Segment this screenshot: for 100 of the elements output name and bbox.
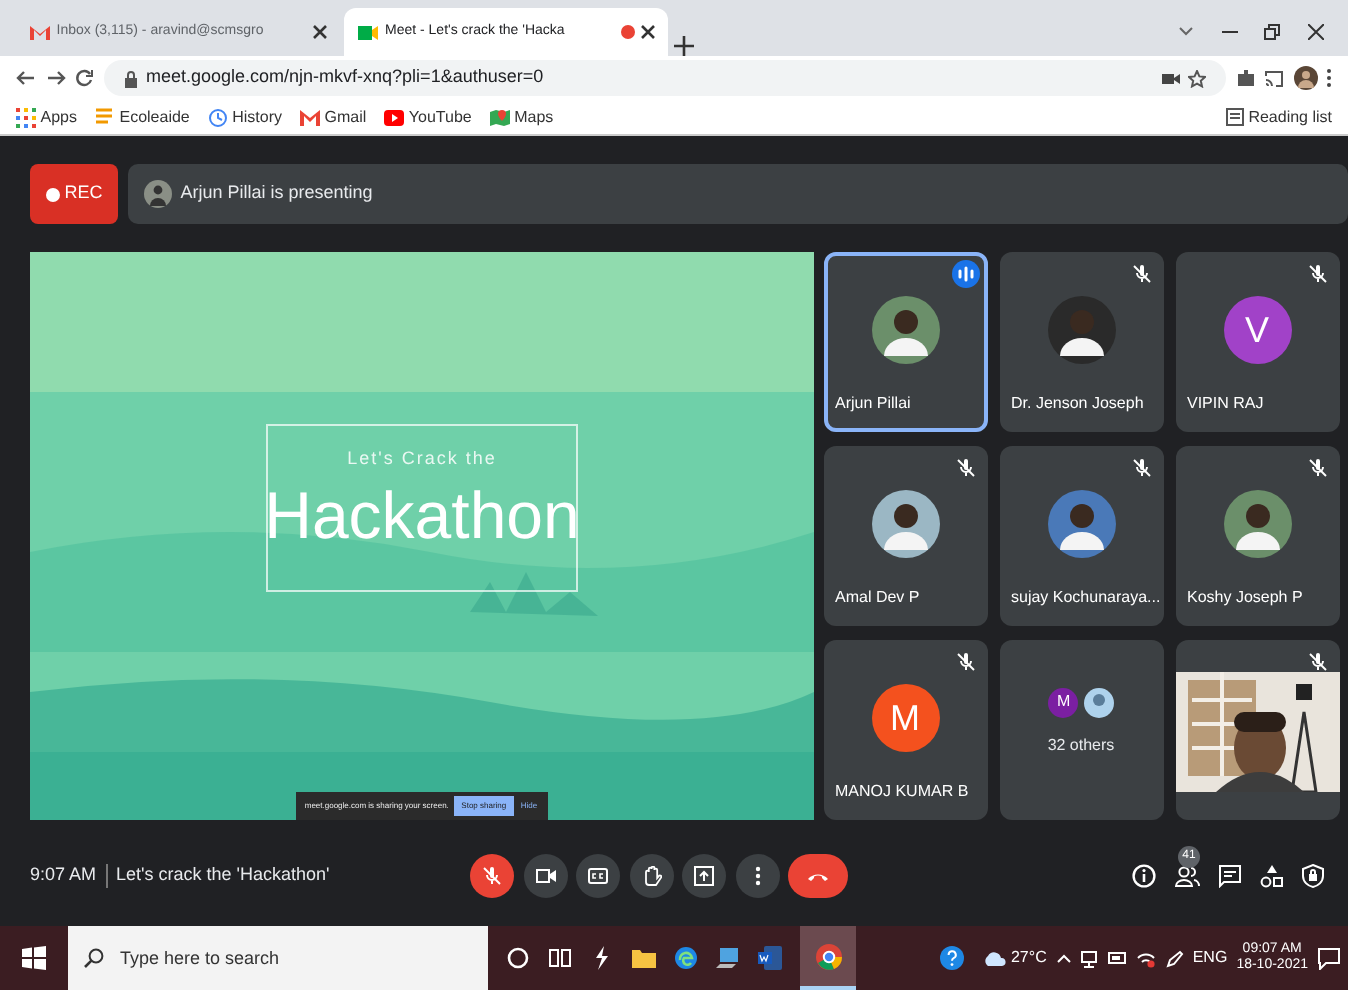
leave-call-button[interactable] [788,854,848,898]
close-icon[interactable] [640,24,657,40]
bookmark-link[interactable]: History [232,105,283,129]
avatar-icon [871,296,939,364]
taskbar-search-field[interactable]: Type here to search [68,926,488,990]
shield-lock-icon[interactable] [1302,864,1324,888]
present-screen-icon [694,866,714,886]
bookmark-link[interactable]: Gmail [324,105,367,129]
avatar-icon [143,180,172,208]
present-button[interactable] [682,854,726,898]
people-icon[interactable] [1174,864,1200,888]
captions-button[interactable] [576,854,620,898]
notification-icon[interactable] [1317,947,1339,969]
slide-title: Hackathon [264,481,580,547]
participant-name: sujay Kochunaraya... [1011,586,1161,610]
cast-icon[interactable] [1264,69,1284,87]
puzzle-icon[interactable] [1235,68,1255,88]
forward-icon[interactable] [45,68,65,88]
bookmark-link[interactable]: Maps [514,105,554,129]
restore-icon[interactable] [1264,24,1280,40]
raise-hand-button[interactable] [629,854,673,898]
apps-grid-icon [16,107,36,127]
word-icon[interactable] [758,946,782,970]
cloud-icon [982,950,1007,966]
camera-button[interactable] [523,854,567,898]
participant-name: Koshy Joseph P [1187,586,1303,610]
language-indicator[interactable]: ENG [1192,946,1228,970]
reload-icon[interactable] [74,68,94,88]
chrome-icon[interactable] [815,943,841,969]
avatar-icon [1083,687,1114,717]
initial-avatar: V [1223,296,1291,364]
folder-icon[interactable] [632,946,656,970]
captions-icon [588,866,608,886]
lock-icon [123,69,137,87]
video-icon [356,21,381,43]
wifi-off-icon[interactable] [1136,949,1157,967]
participant-name: Amal Dev P [835,586,920,610]
task-view-icon[interactable] [548,946,572,970]
meeting-time: 9:07 AM [30,862,97,889]
search-icon [84,948,104,968]
initial-avatar: M [1048,687,1079,717]
initial-avatar: M [871,684,939,752]
avatar-icon [871,490,939,558]
info-icon[interactable] [1132,864,1156,888]
cortana-icon[interactable] [506,946,530,970]
video-icon [535,866,555,886]
star-icon[interactable] [1188,69,1206,87]
mail-icon [28,21,52,43]
bookmark-link[interactable]: Ecoleaide [119,105,190,129]
help-icon[interactable] [940,946,965,970]
back-icon[interactable] [16,68,36,88]
avatar-icon [1047,490,1115,558]
mic-off-icon [482,866,502,886]
clock-icon [207,107,228,127]
participant-name: Dr. Jenson Joseph [1011,392,1144,416]
edge-icon[interactable] [674,946,698,970]
activities-icon[interactable] [1260,864,1284,888]
phone-hangup-icon [806,870,830,882]
windows-start-icon[interactable] [22,946,46,970]
chevron-down-icon[interactable] [1178,24,1194,40]
participant-name: Arjun Pillai [835,392,911,416]
microphone-button[interactable] [470,854,514,898]
record-button[interactable]: REC [30,164,119,224]
others-count: 32 others [1047,733,1115,757]
pen-icon[interactable] [1165,949,1184,967]
url-text: meet.google.com/njn-mkvf-xnq?pli=1&authuser=0 [146,64,546,91]
mail-icon [300,107,321,127]
map-pin-icon [489,107,510,127]
lightning-icon[interactable] [590,946,614,970]
close-icon[interactable] [1307,24,1323,40]
computer-icon[interactable] [716,946,740,970]
bookmark-link[interactable]: Apps [40,105,77,129]
meeting-title: Let's crack the 'Hackathon' [116,862,330,889]
play-icon [384,107,405,127]
record-icon [620,24,636,40]
avatar-icon [1223,490,1291,558]
chat-icon[interactable] [1218,864,1242,888]
bookmark-link[interactable]: YouTube [408,105,472,129]
battery-icon[interactable] [1107,950,1128,966]
document-icon [94,107,115,127]
participant-name: MANOJ KUMAR B [835,780,969,804]
network-icon[interactable] [1080,949,1099,967]
close-icon[interactable] [312,24,328,40]
record-icon [46,187,60,201]
more-options-button[interactable] [735,854,779,898]
hand-icon [641,866,661,886]
participant-name: VIPIN RAJ [1187,392,1264,416]
profile-avatar-icon[interactable] [1293,66,1317,90]
presenting-text: Arjun Pillai is presenting [180,180,373,207]
chevron-up-icon[interactable] [1055,952,1072,964]
temperature-text: 27°C [1010,946,1047,970]
avatar-icon [1047,296,1115,364]
audio-level-icon [951,260,979,288]
slide-subtitle: Let's Crack the [347,446,497,472]
reading-list-link[interactable]: Reading list [1248,105,1332,129]
new-tab-icon[interactable] [673,36,693,56]
camera-icon[interactable] [1161,71,1179,85]
address-bar[interactable]: meet.google.com/njn-mkvf-xnq?pli=1&authuser=0 [103,60,1226,96]
more-icon[interactable] [1326,68,1332,88]
reading-list-icon [1225,108,1244,126]
